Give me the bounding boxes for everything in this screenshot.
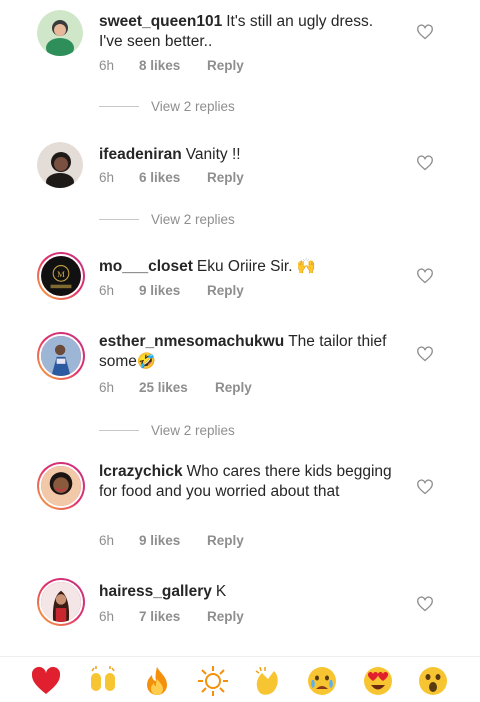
view-replies-button[interactable]: View 2 replies: [99, 423, 235, 438]
svg-text:M: M: [57, 269, 65, 279]
comment-meta: 6h 8 likes Reply: [99, 58, 244, 73]
raising-hands-emoji-icon[interactable]: [87, 665, 119, 697]
comment-username[interactable]: lcrazychick: [99, 463, 183, 480]
user-avatar-icon: [37, 142, 83, 188]
comment-likes[interactable]: 6 likes: [139, 170, 207, 185]
comment-username[interactable]: sweet_queen101: [99, 13, 222, 30]
comment-body: Vanity !!: [185, 146, 241, 163]
avatar[interactable]: [37, 332, 85, 380]
reply-button[interactable]: Reply: [207, 609, 244, 624]
user-avatar-icon: [41, 582, 81, 622]
comment-item: M mo___closet Eku Oriire Sir. 🙌 6h 9 likes…: [0, 252, 480, 312]
closet-logo-icon: M: [41, 256, 81, 296]
comment-time: 6h: [99, 283, 115, 298]
like-heart-icon[interactable]: [416, 346, 434, 362]
like-heart-icon[interactable]: [416, 596, 434, 612]
comment-likes[interactable]: 9 likes: [139, 533, 207, 548]
comment-time: 6h: [99, 533, 115, 548]
like-heart-icon[interactable]: [416, 268, 434, 284]
replies-divider: [99, 430, 139, 431]
comment-likes[interactable]: 8 likes: [139, 58, 207, 73]
avatar-inner: M: [39, 254, 83, 298]
crying-face-emoji-icon[interactable]: [306, 665, 338, 697]
comment-username[interactable]: esther_nmesomachukwu: [99, 333, 284, 350]
heart-eyes-emoji-icon[interactable]: [362, 665, 394, 697]
view-replies-label: View 2 replies: [151, 423, 235, 438]
reply-button[interactable]: Reply: [207, 283, 244, 298]
comment-text: esther_nmesomachukwu The tailor thief som…: [99, 332, 389, 372]
fire-emoji-icon[interactable]: [141, 665, 173, 697]
comment-likes[interactable]: 7 likes: [139, 609, 207, 624]
comment-meta: 6h 25 likes Reply: [99, 380, 252, 395]
comment-time: 6h: [99, 170, 115, 185]
comment-text: mo___closet Eku Oriire Sir. 🙌: [99, 257, 399, 277]
avatar[interactable]: [37, 142, 83, 188]
like-heart-icon[interactable]: [416, 479, 434, 495]
astonished-face-emoji-icon[interactable]: [417, 665, 449, 697]
user-avatar-icon: [41, 336, 81, 376]
avatar[interactable]: [37, 462, 85, 510]
avatar[interactable]: M: [37, 252, 85, 300]
comment-likes[interactable]: 9 likes: [139, 283, 207, 298]
comment-text: sweet_queen101 It's still an ugly dress. …: [99, 12, 399, 52]
avatar[interactable]: [37, 578, 85, 626]
view-replies-label: View 2 replies: [151, 99, 235, 114]
comment-item: hairess_gallery K 6h 7 likes Reply: [0, 578, 480, 648]
clapping-hands-emoji-icon[interactable]: [252, 665, 284, 697]
like-heart-icon[interactable]: [416, 24, 434, 40]
emoji-reaction-bar: [0, 656, 480, 702]
comment-body: Eku Oriire Sir. 🙌: [196, 258, 317, 275]
comment-item: esther_nmesomachukwu The tailor thief som…: [0, 330, 480, 450]
comment-text: hairess_gallery K: [99, 582, 399, 602]
reply-button[interactable]: Reply: [207, 533, 244, 548]
avatar-inner: [39, 334, 83, 378]
replies-divider: [99, 106, 139, 107]
comment-meta: 6h 7 likes Reply: [99, 609, 244, 624]
reply-button[interactable]: Reply: [207, 170, 244, 185]
comment-username[interactable]: hairess_gallery: [99, 583, 212, 600]
comment-time: 6h: [99, 380, 115, 395]
red-heart-emoji-icon[interactable]: [30, 665, 62, 697]
like-heart-icon[interactable]: [416, 155, 434, 171]
comment-username[interactable]: ifeadeniran: [99, 146, 182, 163]
comment-text: ifeadeniran Vanity !!: [99, 145, 399, 165]
avatar[interactable]: [37, 10, 83, 56]
comment-item: ifeadeniran Vanity !! 6h 6 likes Reply View…: [0, 140, 480, 240]
user-avatar-icon: [41, 466, 81, 506]
comment-item: sweet_queen101 It's still an ugly dress. …: [0, 0, 480, 114]
comment-time: 6h: [99, 609, 115, 624]
comment-meta: 6h 9 likes Reply: [99, 283, 244, 298]
comment-meta: 6h 9 likes Reply: [99, 533, 244, 548]
sun-emoji-icon[interactable]: [197, 665, 229, 697]
avatar-inner: [39, 580, 83, 624]
reply-button[interactable]: Reply: [207, 58, 244, 73]
comment-item: lcrazychick Who cares there kids begging …: [0, 462, 480, 562]
view-replies-label: View 2 replies: [151, 212, 235, 227]
view-replies-button[interactable]: View 2 replies: [99, 99, 235, 114]
user-avatar-icon: [37, 10, 83, 56]
comment-text: lcrazychick Who cares there kids begging …: [99, 462, 399, 502]
avatar-inner: [39, 464, 83, 508]
comment-username[interactable]: mo___closet: [99, 258, 193, 275]
replies-divider: [99, 219, 139, 220]
reply-button[interactable]: Reply: [215, 380, 252, 395]
comment-likes[interactable]: 25 likes: [139, 380, 215, 395]
comment-meta: 6h 6 likes Reply: [99, 170, 244, 185]
view-replies-button[interactable]: View 2 replies: [99, 212, 235, 227]
comment-body: K: [215, 583, 227, 600]
comment-time: 6h: [99, 58, 115, 73]
